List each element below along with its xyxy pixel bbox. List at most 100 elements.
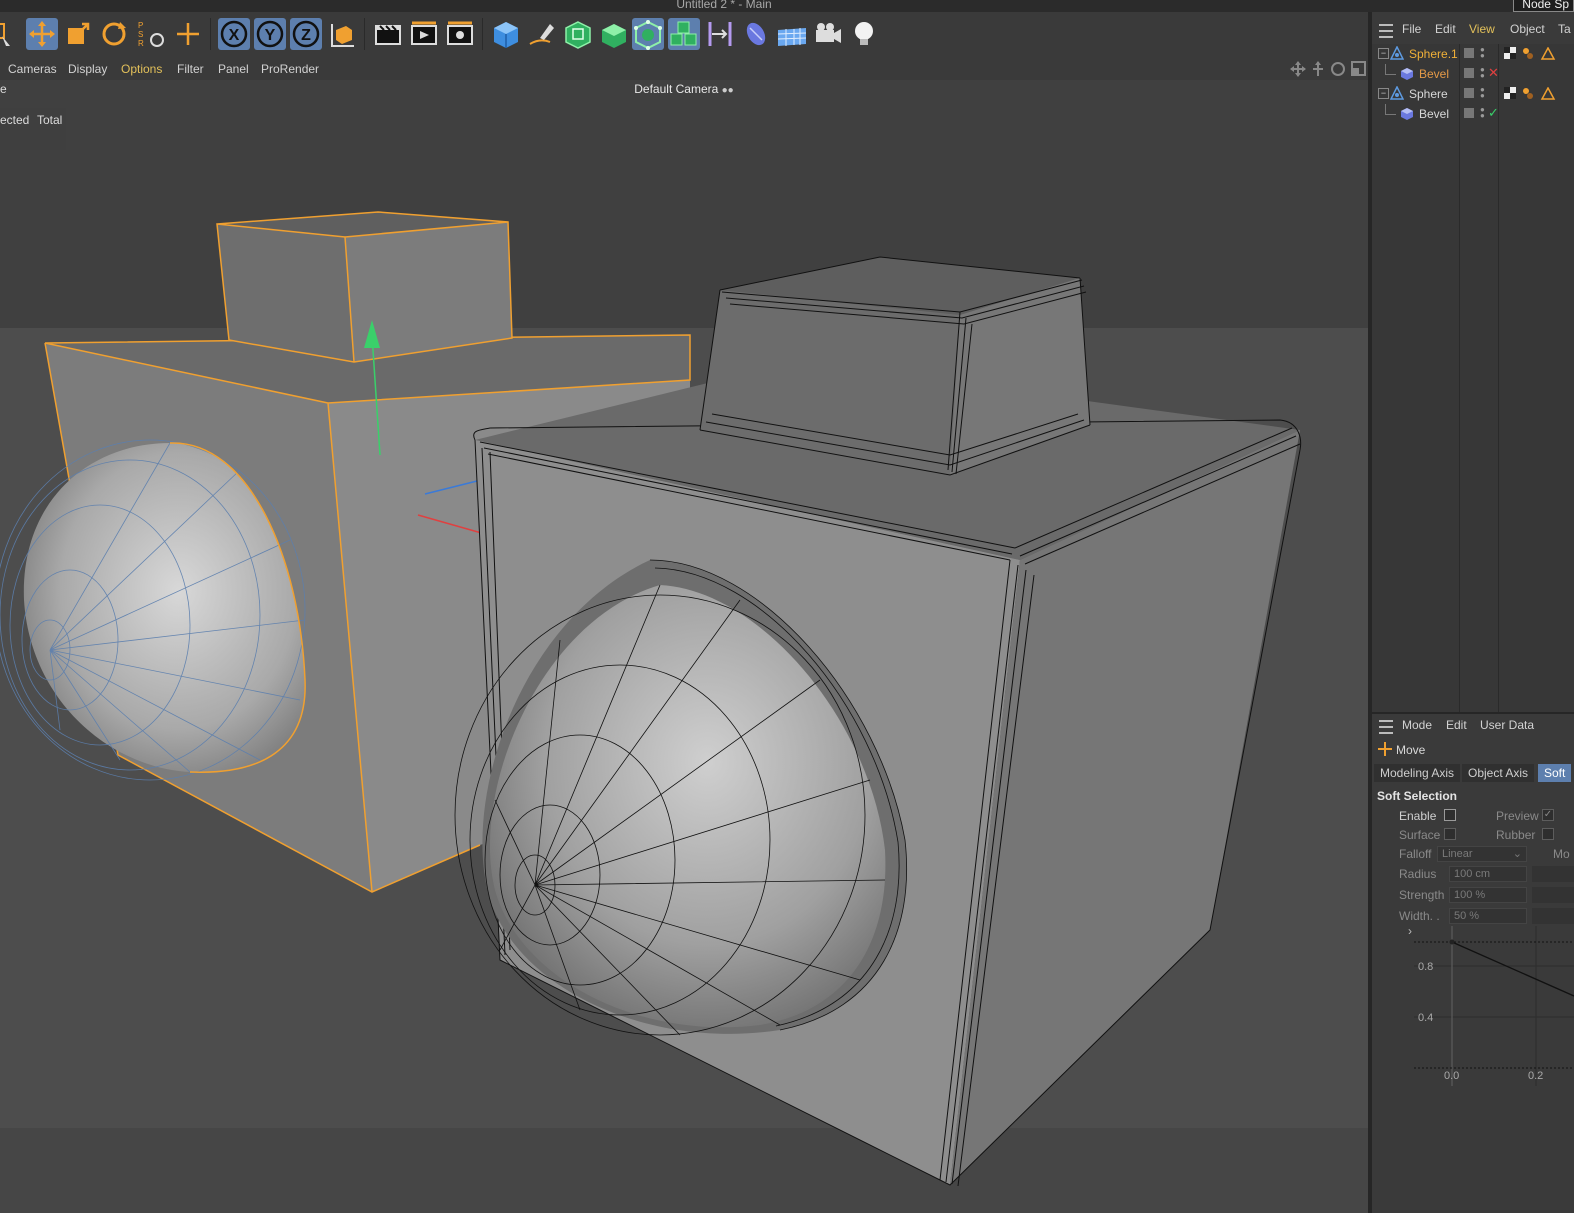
rotate-view-icon[interactable] bbox=[1331, 62, 1345, 76]
visibility-dots-icon[interactable]: ● ● bbox=[1480, 66, 1485, 80]
am-menu-mode[interactable]: Mode bbox=[1402, 718, 1432, 732]
menu-options[interactable]: Options bbox=[121, 62, 162, 76]
object-manager-hamburger-icon[interactable] bbox=[1379, 24, 1393, 38]
attribute-tabs: Modeling Axis Object Axis Soft bbox=[1372, 764, 1574, 782]
material-checker-icon[interactable] bbox=[1504, 87, 1516, 99]
warning-tag-icon[interactable] bbox=[1540, 47, 1556, 60]
hud-partial-label: e bbox=[0, 82, 7, 96]
am-menu-edit[interactable]: Edit bbox=[1446, 718, 1467, 732]
symmetry-icon[interactable] bbox=[704, 18, 736, 50]
surface-checkbox[interactable] bbox=[1444, 828, 1456, 840]
pen-icon[interactable] bbox=[526, 18, 558, 50]
cloner-icon[interactable] bbox=[668, 18, 700, 50]
falloff-graph[interactable]: 0.8 0.4 0.0 0.2 bbox=[1414, 926, 1574, 1086]
node-space-button[interactable]: Node Sp bbox=[1513, 0, 1574, 12]
extrude-icon[interactable] bbox=[598, 18, 630, 50]
edit-layer-icon[interactable] bbox=[1464, 68, 1474, 78]
attribute-manager-hamburger-icon[interactable] bbox=[1379, 720, 1393, 734]
phong-tag-icon[interactable] bbox=[1523, 88, 1533, 99]
object-row-sphere-1[interactable]: − Sphere.1 ● ● bbox=[1372, 44, 1574, 64]
om-menu-edit[interactable]: Edit bbox=[1435, 22, 1456, 36]
menu-prorender[interactable]: ProRender bbox=[261, 62, 319, 76]
psr-reset-icon[interactable]: PSR bbox=[134, 18, 166, 50]
radius-field[interactable]: 100 cm bbox=[1449, 866, 1527, 882]
deformer-icon[interactable] bbox=[740, 18, 772, 50]
move-tool-icon[interactable] bbox=[26, 18, 58, 50]
strength-value: 100 % bbox=[1454, 889, 1486, 901]
bevel-deformer-icon bbox=[1401, 68, 1413, 80]
menu-display[interactable]: Display bbox=[68, 62, 107, 76]
rubber-checkbox[interactable] bbox=[1542, 828, 1554, 840]
stats-total-header: Total bbox=[37, 113, 63, 127]
edit-layer-icon[interactable] bbox=[1464, 108, 1474, 118]
preview-checkbox[interactable]: ✓ bbox=[1542, 809, 1554, 821]
subdivision-surface-icon[interactable] bbox=[562, 18, 594, 50]
collapse-toggle-icon[interactable]: − bbox=[1378, 48, 1389, 59]
am-menu-user-data[interactable]: User Data bbox=[1480, 718, 1534, 732]
edit-layer-icon[interactable] bbox=[1464, 48, 1474, 58]
edit-layer-icon[interactable] bbox=[1464, 88, 1474, 98]
om-menu-file[interactable]: File bbox=[1402, 22, 1421, 36]
y-axis-lock-icon[interactable]: Y bbox=[254, 18, 286, 50]
visibility-dots-icon[interactable]: ● ● bbox=[1480, 46, 1485, 60]
3d-viewport[interactable]: Default Camera ●● e ected Total bbox=[0, 80, 1368, 1213]
cube-icon[interactable] bbox=[490, 18, 522, 50]
light-bulb-icon[interactable] bbox=[848, 18, 880, 50]
menu-cameras[interactable]: Cameras bbox=[8, 62, 57, 76]
graph-expand-chevron-icon[interactable]: › bbox=[1408, 924, 1412, 938]
viewport-scene bbox=[0, 80, 1368, 1213]
coordinate-system-icon[interactable] bbox=[326, 18, 358, 50]
visibility-dots-icon[interactable]: ● ● bbox=[1480, 106, 1485, 120]
om-menu-object[interactable]: Object bbox=[1510, 22, 1545, 36]
object-row-bevel-1[interactable]: Bevel ● ● ✕ bbox=[1372, 64, 1574, 84]
falloff-select[interactable]: Linear ⌄ bbox=[1437, 846, 1527, 862]
menu-panel[interactable]: Panel bbox=[218, 62, 249, 76]
camera-icon[interactable] bbox=[812, 18, 844, 50]
object-row-sphere[interactable]: − Sphere ● ● bbox=[1372, 84, 1574, 104]
tab-modeling-axis[interactable]: Modeling Axis bbox=[1374, 764, 1461, 782]
floor-icon[interactable] bbox=[776, 18, 808, 50]
object-name-bevel-1[interactable]: Bevel bbox=[1419, 67, 1449, 81]
graph-y-tick-0-8: 0.8 bbox=[1418, 961, 1433, 973]
tab-soft-selection[interactable]: Soft bbox=[1538, 764, 1572, 782]
render-settings-icon[interactable] bbox=[444, 18, 476, 50]
width-field[interactable]: 50 % bbox=[1449, 908, 1527, 924]
object-name-sphere[interactable]: Sphere bbox=[1409, 87, 1448, 101]
menu-filter[interactable]: Filter bbox=[177, 62, 204, 76]
object-name-bevel[interactable]: Bevel bbox=[1419, 107, 1449, 121]
radius-slider[interactable] bbox=[1532, 866, 1574, 882]
warning-tag-icon[interactable] bbox=[1540, 87, 1556, 100]
disabled-x-icon[interactable]: ✕ bbox=[1488, 65, 1499, 81]
pan-view-icon[interactable] bbox=[1290, 61, 1306, 77]
x-axis-lock-icon[interactable]: X bbox=[218, 18, 250, 50]
live-selection-icon[interactable] bbox=[0, 18, 18, 50]
chevron-down-icon: ⌄ bbox=[1512, 848, 1522, 860]
collapse-toggle-icon[interactable]: − bbox=[1378, 88, 1389, 99]
phong-tag-icon[interactable] bbox=[1523, 48, 1533, 59]
svg-text:R: R bbox=[138, 39, 144, 48]
material-checker-icon[interactable] bbox=[1504, 47, 1516, 59]
render-picture-viewer-icon[interactable] bbox=[408, 18, 440, 50]
rotate-tool-icon[interactable] bbox=[98, 18, 130, 50]
strength-slider[interactable] bbox=[1532, 887, 1574, 903]
tab-object-axis[interactable]: Object Axis bbox=[1462, 764, 1535, 782]
surface-label: Surface bbox=[1399, 828, 1441, 842]
camera-switch-icon[interactable]: ●● bbox=[722, 85, 734, 96]
object-row-bevel[interactable]: Bevel ● ● ✓ bbox=[1372, 104, 1574, 124]
enable-checkbox[interactable] bbox=[1444, 809, 1456, 821]
width-slider[interactable] bbox=[1532, 908, 1574, 924]
strength-field[interactable]: 100 % bbox=[1449, 887, 1527, 903]
enabled-check-icon[interactable]: ✓ bbox=[1488, 105, 1499, 121]
width-label: Width. . bbox=[1399, 909, 1440, 923]
z-axis-lock-icon[interactable]: Z bbox=[290, 18, 322, 50]
maximize-view-icon[interactable] bbox=[1351, 61, 1366, 76]
recent-tool-icon[interactable] bbox=[172, 18, 204, 50]
zoom-view-icon[interactable] bbox=[1313, 61, 1323, 76]
render-view-icon[interactable] bbox=[372, 18, 404, 50]
object-name-sphere-1[interactable]: Sphere.1 bbox=[1409, 47, 1458, 61]
visibility-dots-icon[interactable]: ● ● bbox=[1480, 86, 1485, 100]
scale-tool-icon[interactable] bbox=[62, 18, 94, 50]
om-menu-tags[interactable]: Ta bbox=[1558, 22, 1571, 36]
array-icon[interactable] bbox=[632, 18, 664, 50]
om-menu-view[interactable]: View bbox=[1469, 22, 1495, 36]
